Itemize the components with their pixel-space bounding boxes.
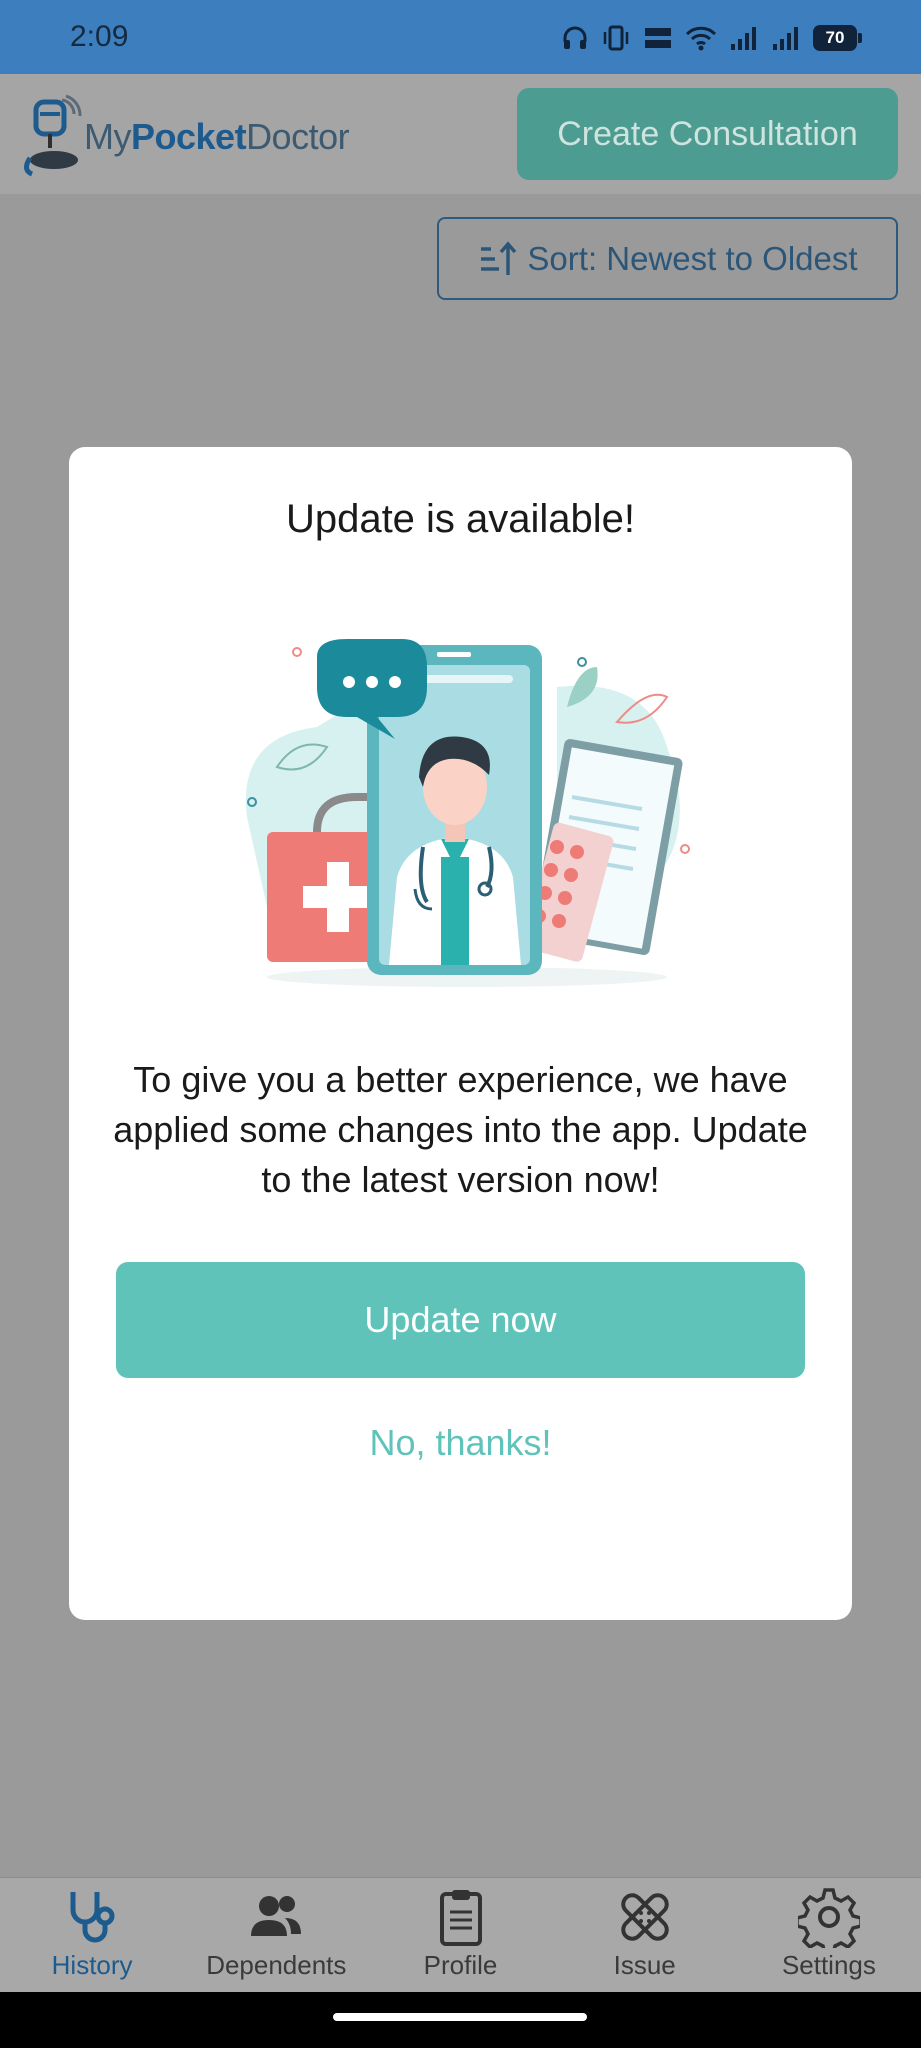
sort-label: Sort: Newest to Oldest <box>527 239 858 277</box>
dialog-title: Update is available! <box>285 497 636 541</box>
bandage-icon <box>620 1893 669 1941</box>
bottom-navigation: History Dependents Profile Issue Setting… <box>0 1877 921 1992</box>
nav-label-profile: Profile <box>423 1950 498 1980</box>
sort-button[interactable]: Sort: Newest to Oldest <box>437 217 898 300</box>
no-thanks-link[interactable]: No, thanks! <box>69 1422 852 1464</box>
dialog-message: To give you a better experience, we have… <box>113 1059 808 1200</box>
home-gesture-handle[interactable] <box>333 2013 587 2021</box>
create-consultation-button[interactable]: Create Consultation <box>517 88 898 180</box>
stethoscope-logo-icon <box>24 94 82 177</box>
battery-indicator: 70 <box>813 25 862 51</box>
update-now-button[interactable]: Update now <box>116 1262 805 1378</box>
nav-label-dependents: Dependents <box>206 1950 347 1980</box>
vibrate-icon <box>603 25 629 51</box>
signal-sim1-icon <box>731 27 756 50</box>
logo-wordmark: MyPocketDoctor <box>84 116 350 158</box>
gesture-bar <box>0 1992 921 2048</box>
nav-item-settings[interactable]: Settings <box>737 1878 921 1992</box>
sort-ascending-icon <box>481 240 517 275</box>
stethoscope-icon <box>70 1892 115 1943</box>
app-logo: MyPocketDoctor <box>22 90 350 180</box>
nav-item-history[interactable]: History <box>0 1878 184 1992</box>
people-icon <box>251 1896 302 1936</box>
clipboard-icon <box>439 1890 482 1946</box>
nav-label-issue: Issue <box>613 1950 676 1980</box>
nav-item-profile[interactable]: Profile <box>368 1878 552 1992</box>
signal-sim2-icon <box>773 27 798 50</box>
logo-text-doctor: Doctor <box>246 116 350 157</box>
doctor-telemedicine-illustration <box>245 639 690 987</box>
headphones-icon <box>563 26 587 49</box>
logo-text-pocket: Pocket <box>131 116 247 157</box>
nav-item-dependents[interactable]: Dependents <box>184 1878 368 1992</box>
nav-label-settings: Settings <box>781 1950 876 1980</box>
nav-label-history: History <box>51 1950 133 1980</box>
status-icons: 70 <box>561 20 862 56</box>
volte-lte-icon <box>645 28 671 48</box>
logo-text-my: My <box>84 116 132 157</box>
gear-icon <box>797 1888 860 1948</box>
app-header: MyPocketDoctor Create Consultation <box>0 74 921 194</box>
status-bar: 2:09 70 <box>0 0 921 74</box>
wifi-icon <box>685 26 717 51</box>
nav-item-issue[interactable]: Issue <box>553 1878 737 1992</box>
status-time: 2:09 <box>70 20 129 53</box>
update-dialog: Update is available! To give you a bette… <box>69 447 852 1620</box>
